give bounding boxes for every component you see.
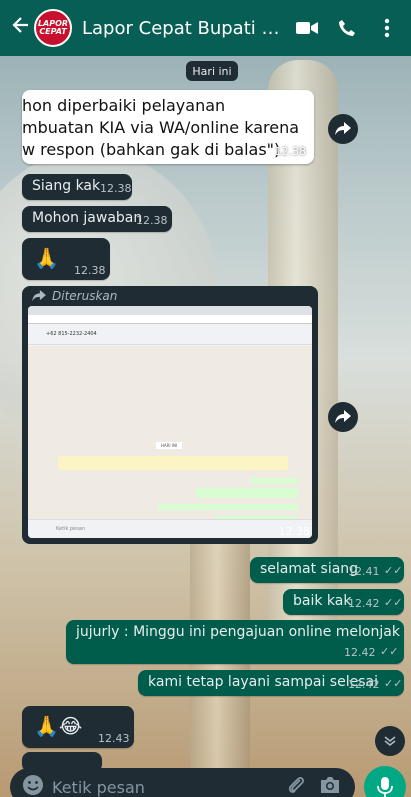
- voice-message-button[interactable]: [364, 766, 406, 797]
- read-ticks-icon: ✓✓: [384, 677, 403, 690]
- message-text: kami tetap layani sampai selesai: [148, 674, 378, 690]
- quoted-line-1: hon diperbaiki pelayanan: [22, 96, 226, 115]
- message-time: 12.38: [74, 264, 106, 277]
- message-text: selamat siang: [260, 561, 359, 577]
- message-time: 12.41: [348, 565, 380, 578]
- outgoing-message[interactable]: kami tetap layani sampai selesai 12.42 ✓…: [138, 670, 404, 696]
- forward-share-icon[interactable]: [328, 402, 358, 432]
- mini-outgoing-bubble: [250, 478, 298, 484]
- read-ticks-icon: ✓✓: [380, 645, 399, 658]
- camera-icon[interactable]: [319, 776, 341, 797]
- message-text: baik kak: [293, 593, 352, 609]
- forwarded-image-message[interactable]: Diteruskan +62 815-2232-2404 HARI INI Ke…: [22, 286, 318, 544]
- more-options-icon[interactable]: [367, 18, 407, 38]
- incoming-message[interactable]: 🙏😂 12.43: [22, 706, 134, 748]
- quoted-line-2: mbuatan KIA via WA/online karena: [22, 118, 300, 137]
- mini-system-notice: [58, 456, 288, 470]
- chevron-down-icon: [384, 736, 396, 747]
- date-divider: Hari ini: [186, 61, 238, 81]
- message-text: jujurly : Minggu ini pengajuan online me…: [76, 624, 400, 640]
- message-time: 12.38: [274, 145, 307, 158]
- quoted-line-3: w respon (bahkan gak di balas"): [22, 140, 281, 159]
- message-emoji: 🙏: [34, 246, 59, 270]
- message-time: 12.42: [344, 646, 376, 659]
- chat-header: LAPORCEPAT Lapor Cepat Bupati Kebu...: [0, 0, 411, 56]
- message-text: Siang kak: [32, 178, 101, 194]
- message-time: 12.43: [98, 732, 130, 745]
- message-time: 12.38: [100, 182, 132, 195]
- message-input-bar[interactable]: Ketik pesan: [10, 768, 355, 797]
- mini-browser-urlbar: [28, 315, 312, 324]
- mini-browser-tabs: [28, 306, 312, 315]
- back-arrow-icon[interactable]: [6, 15, 32, 41]
- message-input[interactable]: Ketik pesan: [52, 778, 287, 797]
- read-ticks-icon: ✓✓: [384, 596, 403, 609]
- forwarded-label-text: Diteruskan: [52, 289, 118, 303]
- outgoing-message[interactable]: baik kak 12.42 ✓✓: [283, 589, 404, 615]
- mini-outgoing-bubble: [158, 504, 298, 510]
- incoming-message[interactable]: Siang kak 12.38: [22, 174, 132, 200]
- attach-paperclip-icon[interactable]: [287, 774, 305, 797]
- read-ticks-icon: ✓✓: [384, 564, 403, 577]
- mini-chat-area: HARI INI: [28, 346, 312, 522]
- microphone-icon: [377, 777, 393, 797]
- message-time: 12.38: [136, 214, 168, 227]
- outgoing-message[interactable]: selamat siang 12.41 ✓✓: [250, 557, 404, 583]
- mini-date-chip: HARI INI: [156, 442, 182, 449]
- forwarded-arrow-icon: [32, 290, 46, 302]
- chat-screen: LAPORCEPAT Lapor Cepat Bupati Kebu... Ha…: [0, 0, 411, 797]
- message-time: 12.42: [348, 678, 380, 691]
- phone-call-icon[interactable]: [327, 19, 367, 37]
- emoji-icon[interactable]: [22, 774, 44, 797]
- scroll-down-button[interactable]: [375, 726, 405, 756]
- mini-contact-header: +62 815-2232-2404: [28, 324, 312, 345]
- message-time: 12.38: [278, 525, 311, 538]
- avatar-text-bottom: CEPAT: [39, 27, 67, 36]
- forwarded-label: Diteruskan: [32, 289, 117, 303]
- message-time: 12.42: [348, 597, 380, 610]
- message-text: Mohon jawaban: [32, 210, 143, 226]
- video-call-icon[interactable]: [287, 20, 327, 36]
- quoted-message-bubble[interactable]: hon diperbaiki pelayanan mbuatan KIA via…: [22, 90, 314, 164]
- incoming-message[interactable]: Mohon jawaban 12.38: [22, 206, 172, 232]
- mini-outgoing-bubble: [196, 488, 298, 498]
- message-emoji: 🙏😂: [34, 714, 83, 738]
- forward-share-icon[interactable]: [328, 114, 358, 144]
- contact-avatar[interactable]: LAPOR CEPAT: [34, 9, 72, 47]
- chat-title[interactable]: Lapor Cepat Bupati Kebu...: [82, 18, 287, 39]
- mini-input-bar: Ketik pesan: [28, 519, 312, 538]
- forwarded-screenshot[interactable]: +62 815-2232-2404 HARI INI Ketik pesan: [28, 306, 312, 538]
- incoming-message[interactable]: 🙏 12.38: [22, 238, 110, 280]
- outgoing-message[interactable]: jujurly : Minggu ini pengajuan online me…: [66, 620, 404, 664]
